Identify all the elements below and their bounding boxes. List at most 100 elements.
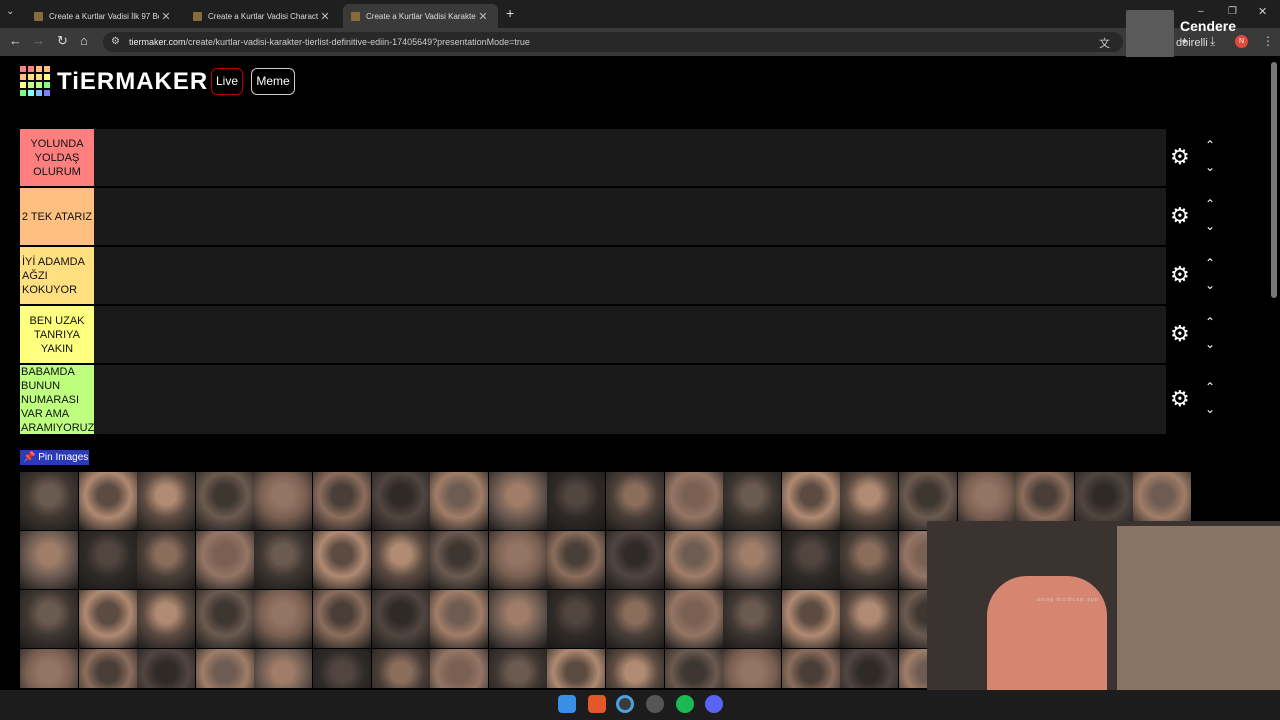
character-image[interactable] [371, 531, 430, 589]
character-image[interactable] [781, 531, 840, 589]
character-image[interactable] [78, 649, 137, 688]
character-image[interactable] [78, 531, 137, 589]
character-image[interactable] [20, 472, 78, 530]
tier-row[interactable]: İYİ ADAMDA AĞZI KOKUYOR [20, 247, 1166, 305]
character-image[interactable] [488, 649, 547, 688]
character-image[interactable] [430, 649, 489, 688]
close-tab-icon[interactable]: ✕ [318, 10, 332, 23]
character-image[interactable] [430, 531, 489, 589]
tier-label[interactable]: YOLUNDA YOLDAŞ OLURUM [20, 129, 94, 186]
character-image[interactable] [254, 472, 313, 530]
character-image[interactable] [313, 472, 371, 530]
tab-3-active[interactable]: Create a Kurtlar Vadisi Karakter ✕ [343, 4, 498, 28]
close-tab-icon[interactable]: ✕ [476, 10, 490, 23]
character-image[interactable] [313, 531, 371, 589]
character-image[interactable] [313, 590, 371, 648]
character-image[interactable] [430, 590, 489, 648]
tier-label[interactable]: BABAMDA BUNUN NUMARASI VAR AMA ARAMIYORU… [20, 365, 94, 434]
url-text[interactable]: tiermaker.com/create/kurtlar-vadisi-kara… [129, 37, 530, 47]
settings-gear-icon[interactable]: ⚙ [1170, 321, 1190, 347]
character-image[interactable] [547, 472, 606, 530]
site-info-icon[interactable]: ⚙ [111, 36, 120, 47]
character-image[interactable] [195, 590, 254, 648]
character-image[interactable] [137, 590, 196, 648]
profile-avatar[interactable]: N [1235, 35, 1248, 48]
tier-row[interactable]: 2 TEK ATARIZ [20, 188, 1166, 246]
character-image[interactable] [137, 649, 196, 688]
character-image[interactable] [313, 649, 371, 688]
start-icon[interactable] [558, 695, 576, 713]
chrome-icon[interactable] [616, 695, 634, 713]
settings-gear-icon[interactable]: ⚙ [1170, 386, 1190, 412]
move-down-icon[interactable]: ⌄ [1203, 402, 1217, 416]
new-tab-button[interactable]: + [506, 5, 514, 21]
character-image[interactable] [664, 531, 723, 589]
character-image[interactable] [137, 531, 196, 589]
character-image[interactable] [606, 590, 664, 648]
close-tab-icon[interactable]: ✕ [159, 10, 173, 23]
character-image[interactable] [547, 649, 606, 688]
tier-label[interactable]: İYİ ADAMDA AĞZI KOKUYOR [20, 247, 94, 304]
character-image[interactable] [723, 472, 782, 530]
character-image[interactable] [781, 649, 840, 688]
character-image[interactable] [20, 531, 78, 589]
character-image[interactable] [371, 590, 430, 648]
move-up-icon[interactable]: ⌃ [1203, 138, 1217, 152]
character-image[interactable] [781, 472, 840, 530]
tab-search-icon[interactable]: ⌄ [6, 6, 14, 17]
minimize-icon[interactable]: – [1198, 6, 1204, 17]
scrollbar-thumb[interactable] [1271, 62, 1277, 298]
character-image[interactable] [371, 649, 430, 688]
settings-gear-icon[interactable]: ⚙ [1170, 262, 1190, 288]
move-down-icon[interactable]: ⌄ [1203, 160, 1217, 174]
character-image[interactable] [606, 472, 664, 530]
discord-icon[interactable] [705, 695, 723, 713]
settings-gear-icon[interactable]: ⚙ [1170, 144, 1190, 170]
move-up-icon[interactable]: ⌃ [1203, 256, 1217, 270]
character-image[interactable] [664, 472, 723, 530]
character-image[interactable] [78, 590, 137, 648]
forward-icon[interactable]: → [32, 33, 45, 48]
tier-label[interactable]: BEN UZAK TANRIYA YAKIN [20, 306, 94, 363]
character-image[interactable] [840, 531, 899, 589]
character-image[interactable] [547, 531, 606, 589]
spotify-icon[interactable] [676, 695, 694, 713]
reload-icon[interactable]: ↻ [57, 33, 68, 49]
character-image[interactable] [840, 649, 899, 688]
pin-images-button[interactable]: 📌 Pin Images [20, 450, 89, 465]
home-icon[interactable]: ⌂ [80, 33, 88, 48]
tier-row[interactable]: BABAMDA BUNUN NUMARASI VAR AMA ARAMIYORU… [20, 365, 1166, 435]
site-logo[interactable]: TiERMAKER [57, 68, 208, 96]
character-image[interactable] [78, 472, 137, 530]
character-image[interactable] [195, 649, 254, 688]
character-image[interactable] [723, 531, 782, 589]
character-image[interactable] [488, 472, 547, 530]
character-image[interactable] [488, 531, 547, 589]
character-image[interactable] [840, 590, 899, 648]
maximize-icon[interactable]: ❐ [1228, 6, 1237, 17]
move-up-icon[interactable]: ⌃ [1203, 197, 1217, 211]
character-image[interactable] [20, 649, 78, 688]
character-image[interactable] [254, 590, 313, 648]
character-image[interactable] [488, 590, 547, 648]
obs-icon[interactable] [646, 695, 664, 713]
move-down-icon[interactable]: ⌄ [1203, 278, 1217, 292]
tier-row[interactable]: BEN UZAK TANRIYA YAKIN [20, 306, 1166, 364]
character-image[interactable] [664, 649, 723, 688]
meme-button[interactable]: Meme [251, 68, 295, 95]
character-image[interactable] [664, 590, 723, 648]
back-icon[interactable]: ← [9, 33, 22, 48]
character-image[interactable] [723, 590, 782, 648]
move-down-icon[interactable]: ⌄ [1203, 337, 1217, 351]
move-down-icon[interactable]: ⌄ [1203, 219, 1217, 233]
character-image[interactable] [723, 649, 782, 688]
character-image[interactable] [606, 649, 664, 688]
character-image[interactable] [254, 649, 313, 688]
brave-icon[interactable] [588, 695, 606, 713]
download-icon[interactable]: ⤓ [1210, 34, 1215, 49]
character-image[interactable] [195, 472, 254, 530]
close-window-icon[interactable]: ✕ [1258, 5, 1267, 18]
character-image[interactable] [840, 472, 899, 530]
tier-row[interactable]: YOLUNDA YOLDAŞ OLURUM [20, 129, 1166, 187]
tab-2[interactable]: Create a Kurtlar Vadisi Characte ✕ [185, 4, 340, 28]
